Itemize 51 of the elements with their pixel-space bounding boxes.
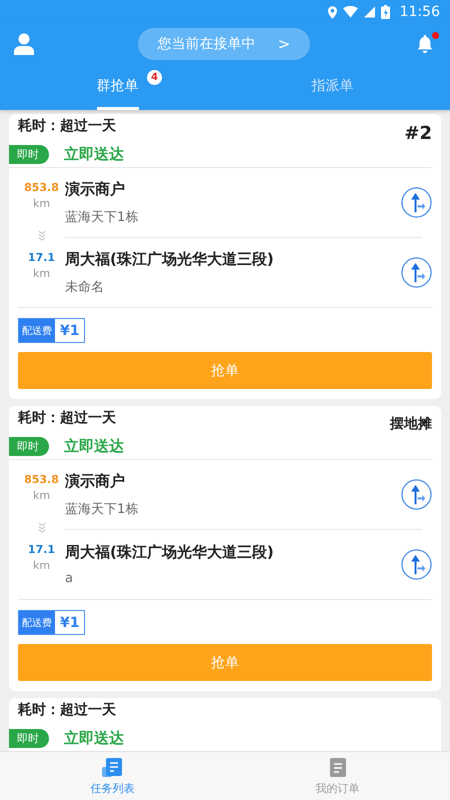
place-name: 周大福(珠江广场光华大道三段) <box>65 543 274 562</box>
delivery-fee: 配送费 ¥1 <box>18 318 86 343</box>
bell-icon <box>416 34 434 54</box>
distance-value: 853.8 <box>24 473 59 486</box>
distance-unit: km <box>32 489 50 502</box>
signal-icon <box>364 6 375 18</box>
distance-value: 853.8 <box>24 181 59 194</box>
status-button[interactable]: 您当前在接单中 > <box>138 28 310 60</box>
navigation-icon[interactable] <box>401 187 432 218</box>
grab-order-button[interactable]: 抢单 <box>18 352 432 389</box>
tab[interactable]: 指派单 <box>312 64 354 110</box>
tab[interactable]: 群抢单 <box>96 64 138 110</box>
place-name: 演示商户 <box>65 180 126 198</box>
place-name: 演示商户 <box>65 472 126 490</box>
navigation-icon[interactable] <box>401 479 432 510</box>
location-icon <box>328 6 337 18</box>
elapsed-time: 耗时：超过一天 <box>16 409 116 427</box>
elapsed-time: 耗时：超过一天 <box>16 701 116 719</box>
chevrons-icon <box>38 522 46 534</box>
instant-tag: 即时 <box>9 436 49 456</box>
distance-unit: km <box>32 559 50 572</box>
delivery-time: 立即送达 <box>64 436 124 456</box>
clock-time: 11:56 <box>400 4 440 20</box>
count-badge: 4 <box>147 70 162 85</box>
delivery-time: 立即送达 <box>64 144 124 164</box>
place-address: 未命名 <box>65 278 105 296</box>
user-icon <box>14 33 34 55</box>
place-address: 蓝海天下1栋 <box>65 208 138 226</box>
nav-tab[interactable]: 我的订单 <box>225 752 450 800</box>
distance-value: 17.1 <box>28 251 56 264</box>
task-list-icon <box>102 756 124 778</box>
distance-value: 17.1 <box>28 543 56 556</box>
place-name: 周大福(珠江广场光华大道三段) <box>65 250 274 268</box>
place-address: a <box>65 571 74 586</box>
shop-label: 摆地摊 <box>390 415 432 433</box>
navigation-icon[interactable] <box>401 257 432 288</box>
instant-tag: 即时 <box>9 144 49 164</box>
distance-unit: km <box>32 197 50 210</box>
instant-tag: 即时 <box>9 728 49 748</box>
battery-icon <box>380 5 390 19</box>
navigation-icon[interactable] <box>401 549 432 580</box>
delivery-fee: 配送费 ¥1 <box>18 610 86 635</box>
place-address: 蓝海天下1栋 <box>65 500 138 518</box>
grab-order-button[interactable]: 抢单 <box>18 644 432 681</box>
delivery-time: 立即送达 <box>64 728 124 748</box>
wifi-icon <box>342 6 358 18</box>
elapsed-time: 耗时：超过一天 <box>16 117 116 135</box>
nav-tab[interactable]: 任务列表 <box>0 752 225 800</box>
order-number: #2 <box>404 123 432 144</box>
chevrons-icon <box>38 230 46 242</box>
distance-unit: km <box>32 267 50 280</box>
